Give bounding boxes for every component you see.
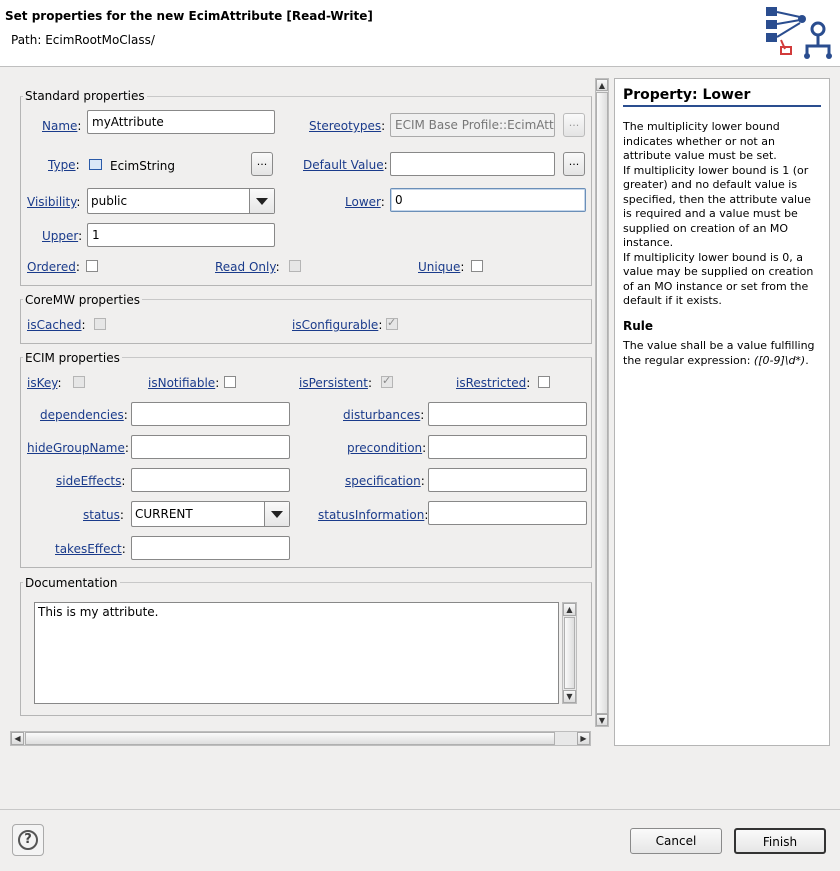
scroll-left-icon[interactable]: ◀ bbox=[11, 732, 24, 745]
dependencies-field[interactable] bbox=[131, 402, 290, 426]
status-label: status: bbox=[83, 508, 124, 522]
default-value-browse-button[interactable]: ... bbox=[563, 152, 585, 176]
main-vertical-scrollbar[interactable]: ▲ ▼ bbox=[595, 78, 609, 727]
coremw-properties-title: CoreMW properties bbox=[23, 293, 143, 307]
dialog-header: Set properties for the new EcimAttribute… bbox=[0, 0, 840, 67]
takeseffect-field[interactable] bbox=[131, 536, 290, 560]
help-paragraph: If multiplicity lower bound is 1 (or gre… bbox=[623, 163, 811, 250]
iskey-checkbox bbox=[73, 376, 85, 388]
specification-label: specification: bbox=[345, 474, 425, 488]
model-hierarchy-icon bbox=[762, 4, 838, 60]
statusinformation-field[interactable] bbox=[428, 501, 587, 525]
precondition-label: precondition: bbox=[347, 441, 427, 455]
help-panel: Property: Lower The multiplicity lower b… bbox=[614, 78, 830, 746]
documentation-textarea[interactable]: This is my attribute. bbox=[34, 602, 559, 704]
scroll-down-icon[interactable]: ▼ bbox=[596, 714, 608, 726]
path-label: Path: EcimRootMoClass/ bbox=[11, 33, 155, 47]
iscached-label: isCached: bbox=[27, 318, 86, 332]
help-rule-text: The value shall be a value fulfilling th… bbox=[623, 339, 815, 367]
chevron-down-icon[interactable] bbox=[264, 502, 289, 526]
scroll-thumb[interactable] bbox=[564, 617, 575, 689]
isconfigurable-label: isConfigurable: bbox=[292, 318, 383, 332]
help-body: The multiplicity lower bound indicates w… bbox=[623, 120, 821, 368]
status-value: CURRENT bbox=[135, 507, 193, 521]
read-only-label: Read Only: bbox=[215, 260, 280, 274]
ecim-properties-title: ECIM properties bbox=[23, 351, 122, 365]
hidegroupname-field[interactable] bbox=[131, 435, 290, 459]
unique-checkbox[interactable] bbox=[471, 260, 483, 272]
name-field[interactable]: myAttribute bbox=[87, 110, 275, 134]
help-rule-title: Rule bbox=[623, 318, 654, 333]
precondition-field[interactable] bbox=[428, 435, 587, 459]
disturbances-label: disturbances: bbox=[343, 408, 425, 422]
documentation-scrollbar[interactable]: ▲ ▼ bbox=[562, 602, 577, 704]
type-browse-button[interactable]: ... bbox=[251, 152, 273, 176]
hidegroupname-label: hideGroupName: bbox=[27, 441, 129, 455]
ordered-label: Ordered: bbox=[27, 260, 80, 274]
isrestricted-label: isRestricted: bbox=[456, 376, 531, 390]
upper-field[interactable]: 1 bbox=[87, 223, 275, 247]
stereotypes-label: Stereotypes: bbox=[309, 119, 386, 133]
scroll-up-icon[interactable]: ▲ bbox=[563, 603, 576, 616]
takeseffect-label: takesEffect: bbox=[55, 542, 126, 556]
visibility-dropdown[interactable]: public bbox=[87, 188, 275, 214]
default-value-label: Default Value: bbox=[303, 158, 388, 172]
datatype-icon bbox=[89, 159, 102, 170]
type-value: EcimString bbox=[110, 159, 176, 173]
type-label: Type: bbox=[48, 158, 80, 172]
ispersistent-label: isPersistent: bbox=[299, 376, 372, 390]
scroll-up-icon[interactable]: ▲ bbox=[596, 79, 608, 91]
scroll-right-icon[interactable]: ▶ bbox=[577, 732, 590, 745]
name-label: Name: bbox=[42, 119, 82, 133]
dialog-title: Set properties for the new EcimAttribute… bbox=[5, 9, 373, 23]
iscached-checkbox bbox=[94, 318, 106, 330]
read-only-checkbox bbox=[289, 260, 301, 272]
help-button[interactable]: ? bbox=[12, 824, 44, 856]
stereotypes-browse-button: ... bbox=[563, 113, 585, 137]
specification-field[interactable] bbox=[428, 468, 587, 492]
lower-field[interactable]: 0 bbox=[390, 188, 586, 212]
dependencies-label: dependencies: bbox=[40, 408, 128, 422]
main-horizontal-scrollbar[interactable]: ◀ ▶ bbox=[10, 731, 591, 746]
isrestricted-checkbox[interactable] bbox=[538, 376, 550, 388]
sideeffects-field[interactable] bbox=[131, 468, 290, 492]
scroll-down-icon[interactable]: ▼ bbox=[563, 690, 576, 703]
footer-divider bbox=[0, 809, 840, 810]
help-title: Property: Lower bbox=[623, 87, 821, 107]
help-paragraph: If multiplicity lower bound is 0, a valu… bbox=[623, 250, 814, 308]
scroll-thumb[interactable] bbox=[25, 732, 555, 745]
ordered-checkbox[interactable] bbox=[86, 260, 98, 272]
stereotypes-field: ECIM Base Profile::EcimAttribute bbox=[390, 113, 555, 137]
isconfigurable-checkbox bbox=[386, 316, 398, 330]
visibility-value: public bbox=[91, 194, 128, 208]
status-dropdown[interactable]: CURRENT bbox=[131, 501, 290, 527]
visibility-label: Visibility: bbox=[27, 195, 81, 209]
isnotifiable-label: isNotifiable: bbox=[148, 376, 220, 390]
finish-button[interactable]: Finish bbox=[734, 828, 826, 854]
iskey-label: isKey: bbox=[27, 376, 62, 390]
help-icon: ? bbox=[18, 830, 38, 850]
statusinformation-label: statusInformation: bbox=[318, 508, 429, 522]
disturbances-field[interactable] bbox=[428, 402, 587, 426]
standard-properties-title: Standard properties bbox=[23, 89, 147, 103]
upper-label: Upper: bbox=[42, 229, 83, 243]
scroll-thumb[interactable] bbox=[596, 92, 608, 714]
ispersistent-checkbox bbox=[381, 374, 393, 388]
sideeffects-label: sideEffects: bbox=[56, 474, 126, 488]
default-value-field[interactable] bbox=[390, 152, 555, 176]
unique-label: Unique: bbox=[418, 260, 465, 274]
lower-label: Lower: bbox=[345, 195, 385, 209]
help-paragraph: The multiplicity lower bound indicates w… bbox=[623, 120, 780, 162]
chevron-down-icon[interactable] bbox=[249, 189, 274, 213]
isnotifiable-checkbox[interactable] bbox=[224, 376, 236, 388]
cancel-button[interactable]: Cancel bbox=[630, 828, 722, 854]
documentation-title: Documentation bbox=[23, 576, 120, 590]
